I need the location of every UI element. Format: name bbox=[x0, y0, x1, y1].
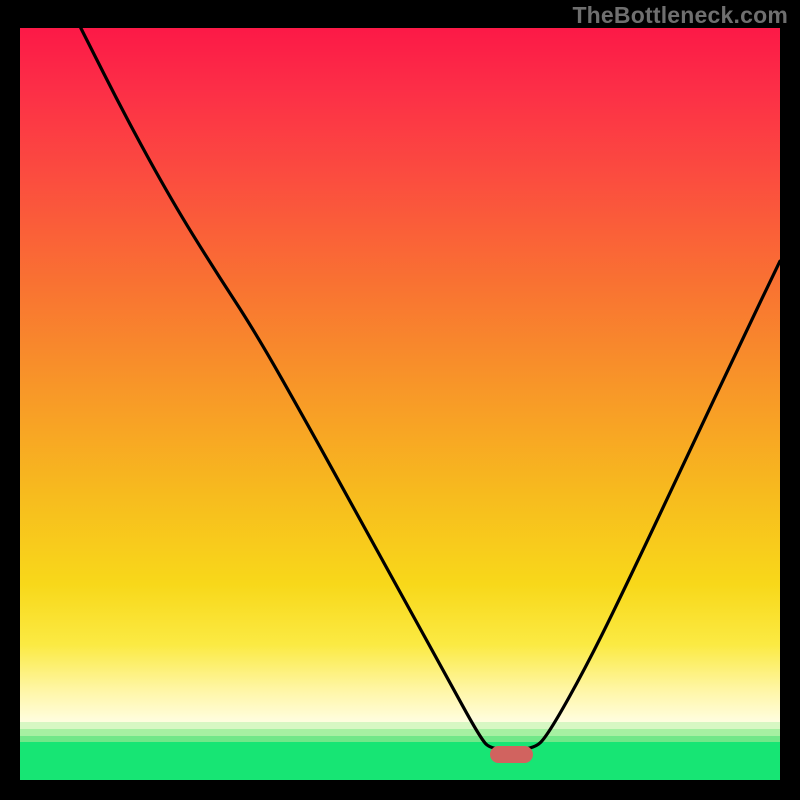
chart-frame: TheBottleneck.com bbox=[0, 0, 800, 800]
plot-area bbox=[20, 28, 780, 780]
watermark-text: TheBottleneck.com bbox=[572, 2, 788, 29]
bottleneck-curve bbox=[20, 28, 780, 780]
optimal-point-marker bbox=[490, 746, 533, 763]
